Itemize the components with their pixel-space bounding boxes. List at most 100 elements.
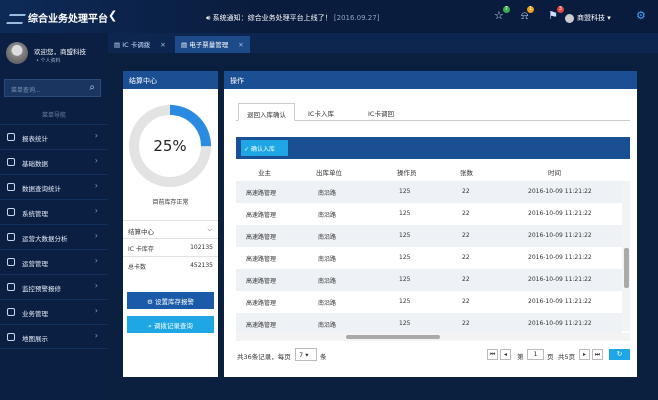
page-number-input[interactable]: 1 — [527, 349, 544, 360]
vertical-scroll-thumb[interactable] — [624, 248, 629, 288]
horizontal-scroll-thumb[interactable] — [346, 335, 440, 339]
flag-icon[interactable]: ⚑ 3 — [548, 6, 564, 22]
col-unit[interactable]: 出库单位 — [316, 167, 342, 177]
gear-icon: ⚙ — [147, 298, 153, 306]
profile-avatar[interactable] — [6, 42, 28, 64]
cell-time: 2016-10-09 11:21:22 — [528, 254, 592, 261]
cell-operator: 125 — [399, 188, 411, 195]
col-operator[interactable]: 操作员 — [397, 167, 417, 177]
stock-alert-button[interactable]: ⚙ 设置库存报警 — [127, 292, 214, 309]
close-icon[interactable]: ✕ — [238, 41, 243, 49]
tab-e-ticket[interactable]: ▤ 电子票量管理 ✕ — [175, 36, 250, 53]
sidebar-item-analytics[interactable]: 运营大数据分析 › — [0, 224, 108, 249]
stock-label: IC 卡库存 — [128, 246, 154, 253]
total-row: 总卡数 452135 — [123, 256, 218, 274]
operations-icon — [7, 258, 15, 266]
profile-link[interactable]: • 个人资料 — [36, 57, 61, 64]
bell-icon[interactable]: ⍾ 1 — [521, 6, 535, 23]
app-logo: 综合业务处理平台 — [6, 10, 108, 25]
subtab-ic-recall[interactable]: IC卡调回 — [360, 103, 402, 121]
page-suffix: 页 — [547, 353, 554, 361]
cell-owner: 高速路管理 — [246, 256, 277, 263]
welcome-text: 欢迎您，商盟科技 — [34, 48, 86, 56]
tab-ic-transfer[interactable]: ▤ IC 卡调拨 ✕ — [108, 36, 172, 53]
subtab-return-confirm[interactable]: 退回入库确认 — [238, 103, 295, 121]
table-row[interactable]: 高速路管理 南沿路 125 22 2016-10-09 11:21:22 — [236, 247, 622, 269]
user-menu[interactable]: 商盟科技 ▾ — [565, 13, 611, 23]
caret-down-icon: ▾ — [305, 351, 309, 359]
back-chevron-icon[interactable]: ❮ — [108, 9, 117, 22]
user-name: 商盟科技 — [577, 14, 605, 22]
first-page-button[interactable]: ⏮︎ — [487, 349, 498, 360]
confirm-stock-in-button[interactable]: ✓ 确认入库 — [241, 140, 288, 156]
sidebar-item-data-query[interactable]: 数据查询统计 › — [0, 174, 108, 199]
table-row[interactable]: 高速路管理 南沿路 125 22 2016-10-09 11:21:22 — [236, 203, 622, 225]
chevron-down-icon: ▾ — [607, 14, 611, 22]
prev-page-button[interactable]: ◂ — [500, 349, 511, 360]
cell-time: 2016-10-09 11:21:22 — [528, 320, 592, 327]
flag-badge: 3 — [556, 6, 564, 13]
col-time[interactable]: 时间 — [548, 167, 561, 177]
sidebar-item-monitor[interactable]: 监控预警报修 › — [0, 274, 108, 299]
transfer-query-button[interactable]: ⌕ 调拨记录查询 — [127, 316, 214, 333]
subtab-ic-stock-in[interactable]: IC卡入库 — [300, 103, 342, 121]
sidebar-item-business[interactable]: 业务管理 › — [0, 299, 108, 324]
table-row[interactable]: 高速路管理 南沿路 125 22 2016-10-09 11:21:22 — [236, 269, 622, 291]
cell-operator: 125 — [399, 320, 411, 327]
col-count[interactable]: 张数 — [460, 167, 473, 177]
table-row[interactable]: 高速路管理 南沿路 125 22 2016-10-09 11:21:22 — [236, 225, 622, 247]
sidebar-item-system[interactable]: 系统管理 › — [0, 199, 108, 224]
refresh-button[interactable]: ↻ — [609, 349, 630, 360]
sidebar-item-basic-data[interactable]: 基础数据 › — [0, 149, 108, 174]
cell-unit: 南沿路 — [318, 256, 337, 263]
sidebar-item-map[interactable]: 地图展示 › — [0, 324, 108, 349]
sidebar-item-report[interactable]: 报表统计 › — [0, 124, 108, 149]
page-size-select[interactable]: 7 ▾ — [295, 348, 317, 361]
table-row[interactable]: 高速路管理 南沿路 125 22 2016-10-09 11:21:22 — [236, 291, 622, 313]
notice-text: 系统通知：综合业务处理平台上线了！ — [212, 14, 332, 22]
col-owner[interactable]: 业主 — [258, 167, 271, 177]
total-label: 总卡数 — [128, 264, 147, 271]
action-bar — [236, 137, 630, 159]
cell-unit: 南沿路 — [318, 190, 337, 197]
search-input[interactable]: 菜单查询... — [11, 85, 41, 94]
operations-title: 操作 — [224, 71, 637, 89]
menu-search[interactable]: 菜单查询... ⌕ — [4, 79, 101, 97]
button-label: 调拨记录查询 — [153, 322, 193, 330]
table-row[interactable]: 高速路管理 南沿路 125 22 2016-10-09 11:21:22 — [236, 181, 622, 203]
table-row[interactable]: 高速路管理 南沿路 125 22 2016-10-09 11:21:22 — [236, 313, 622, 333]
gauge-percent: 25% — [153, 137, 187, 155]
chart-icon — [7, 133, 15, 141]
button-label: 确认入库 — [250, 146, 275, 153]
sidebar-item-label: 数据查询统计 — [22, 185, 61, 193]
chevron-right-icon: › — [94, 181, 98, 190]
sidebar-item-label: 地图展示 — [22, 335, 48, 343]
cell-time: 2016-10-09 11:21:22 — [528, 232, 592, 239]
gear-icon[interactable]: ⚙ — [636, 9, 646, 22]
cell-time: 2016-10-09 11:21:22 — [528, 276, 592, 283]
cell-count: 22 — [462, 320, 470, 327]
chevron-right-icon: › — [94, 331, 98, 340]
search-icon[interactable]: ⌕ — [89, 82, 95, 93]
next-page-button[interactable]: ▸ — [579, 349, 590, 360]
cell-operator: 125 — [399, 254, 411, 261]
cell-count: 22 — [462, 188, 470, 195]
subtab-divider — [236, 120, 630, 121]
chevron-right-icon: › — [94, 306, 98, 315]
close-icon[interactable]: ✕ — [160, 41, 165, 49]
cell-owner: 高速路管理 — [246, 212, 277, 219]
sidebar-item-label: 业务管理 — [22, 310, 48, 318]
settlement-section-header[interactable]: 结算中心 ⌵ — [123, 220, 218, 238]
sidebar-item-operations[interactable]: 运营管理 › — [0, 249, 108, 274]
speaker-icon: 🔊︎ — [206, 14, 211, 22]
database-icon — [7, 158, 15, 166]
star-icon[interactable]: ☆ 7 — [494, 6, 510, 22]
chevron-right-icon: › — [94, 231, 98, 240]
chevron-right-icon: › — [94, 206, 98, 215]
cell-unit: 南沿路 — [318, 234, 337, 241]
cell-unit: 南沿路 — [318, 212, 337, 219]
last-page-button[interactable]: ⏭︎ — [592, 349, 603, 360]
cell-owner: 高速路管理 — [246, 190, 277, 197]
settlement-title: 结算中心 — [123, 71, 218, 89]
cell-operator: 125 — [399, 298, 411, 305]
